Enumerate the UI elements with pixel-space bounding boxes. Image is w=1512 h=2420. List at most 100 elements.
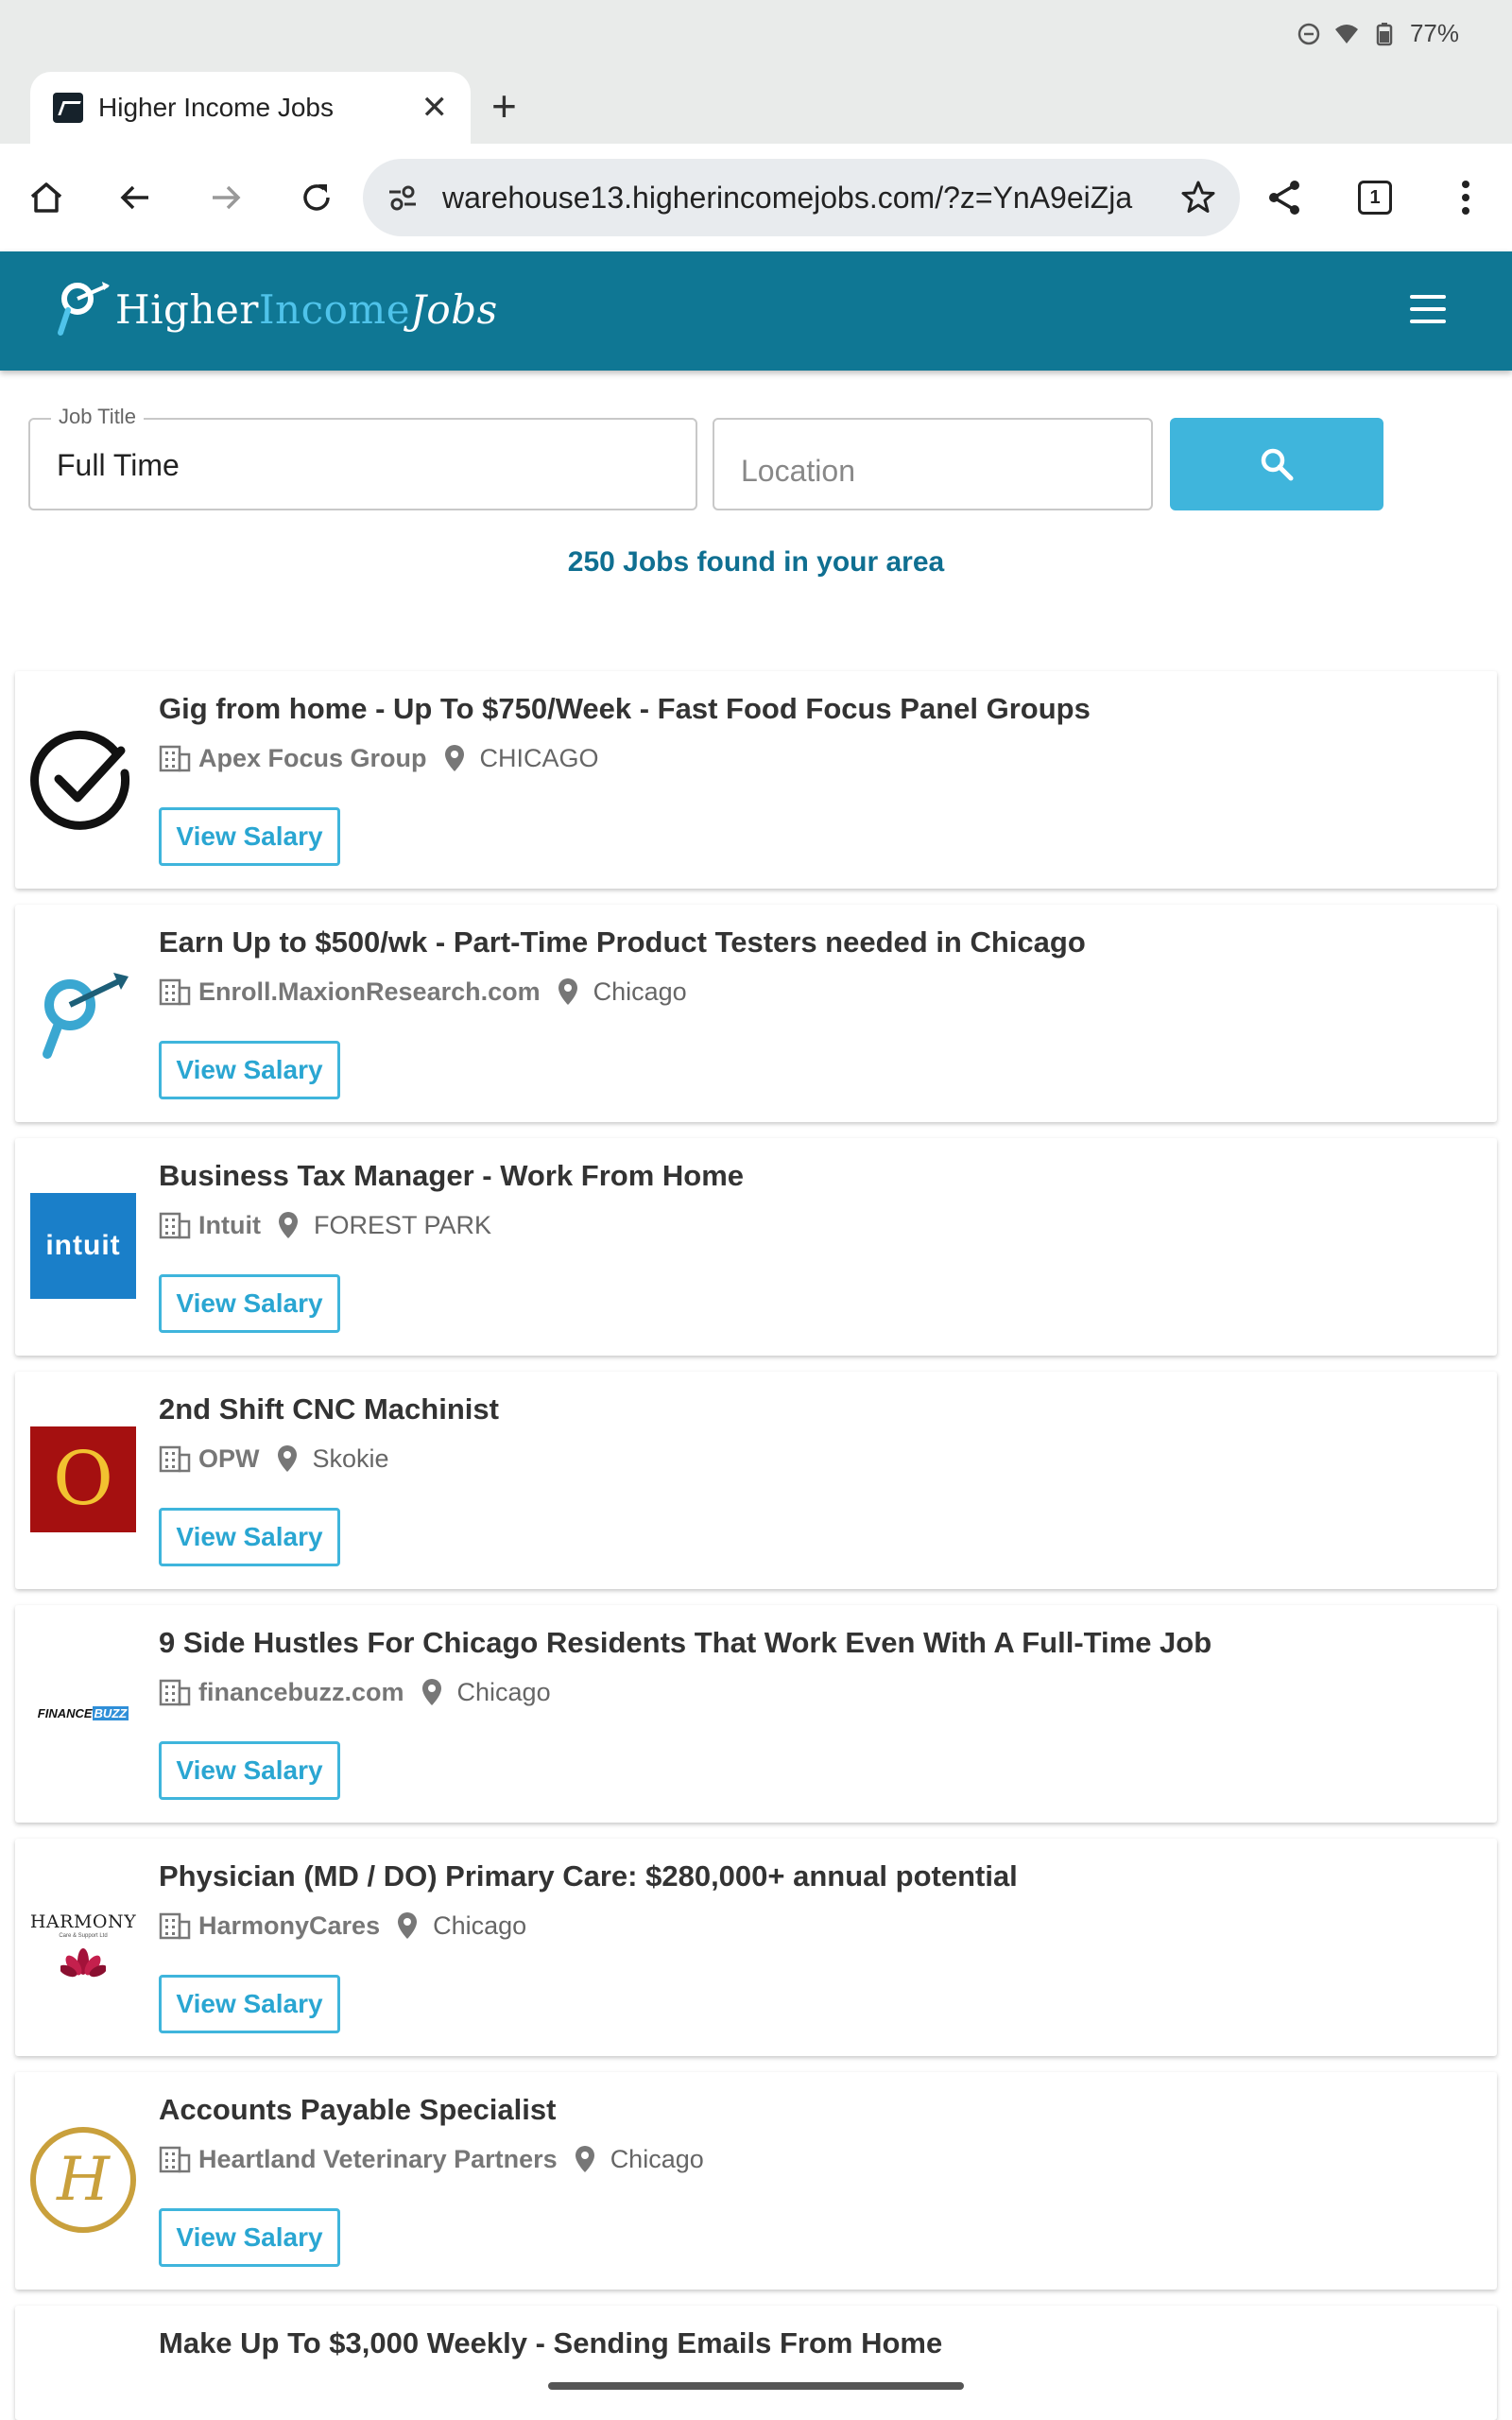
job-card[interactable]: O 2nd Shift CNC Machinist OPW Skokie Vie… [15,1372,1497,1589]
site-header: Higher Income Jobs [0,251,1512,371]
job-card[interactable]: FINANCE BUZZ 9 Side Hustles For Chicago R… [15,1605,1497,1823]
building-icon [159,2146,191,2173]
bookmark-star-icon[interactable] [1179,179,1217,216]
logo-word-jobs: Jobs [410,285,498,333]
site-settings-icon[interactable] [386,181,420,215]
view-salary-button[interactable]: View Salary [159,1274,340,1333]
view-salary-button[interactable]: View Salary [159,807,340,866]
hamburger-menu-icon[interactable] [1410,295,1446,323]
job-card[interactable]: intuit Business Tax Manager - Work From … [15,1138,1497,1356]
tab-count: 1 [1358,181,1392,215]
job-meta: OPW Skokie [159,1443,389,1474]
job-location: FOREST PARK [313,1210,492,1239]
financebuzz-logo-word-1: FINANCE [37,1705,93,1720]
building-icon [159,1679,191,1706]
tab-switcher-button[interactable]: 1 [1348,170,1402,225]
new-tab-icon[interactable]: + [491,79,517,132]
building-icon [159,745,191,772]
job-title[interactable]: Make Up To $3,000 Weekly - Sending Email… [159,2326,942,2360]
job-meta: Enroll.MaxionResearch.com Chicago [159,977,687,1007]
job-location: Skokie [312,1443,389,1473]
job-title[interactable]: Physician (MD / DO) Primary Care: $280,0… [159,1859,1018,1893]
company-logo: O [30,1426,136,1532]
close-tab-icon[interactable]: ✕ [421,89,449,127]
browser-toolbar: warehouse13.higherincomejobs.com/?z=YnA9… [0,144,1512,251]
building-icon [159,978,191,1006]
search-button[interactable] [1170,418,1383,510]
job-location: CHICAGO [479,743,599,772]
job-card[interactable]: Earn Up to $500/wk - Part-Time Product T… [15,905,1497,1122]
job-location: Chicago [610,2144,704,2173]
job-meta: Intuit FOREST PARK [159,1210,491,1240]
job-location: Chicago [593,977,687,1006]
job-card[interactable]: H Accounts Payable Specialist Heartland … [15,2072,1497,2290]
job-title-label: Job Title [51,405,144,429]
browser-tab-strip: 77% Higher Income Jobs ✕ + [0,0,1512,144]
job-meta: HarmonyCares Chicago [159,1910,526,1941]
address-bar[interactable]: warehouse13.higherincomejobs.com/?z=YnA9… [363,159,1240,236]
browser-tab[interactable]: Higher Income Jobs ✕ [30,72,471,144]
harmony-logo-text: HARMONY [29,1910,137,1932]
h-circle-logo: H [30,2127,136,2233]
job-meta: financebuzz.com Chicago [159,1677,551,1707]
job-title[interactable]: Gig from home - Up To $750/Week - Fast F… [159,692,1091,726]
job-card[interactable]: HARMONY Care & Support Ltd Physician (MD… [15,1839,1497,2056]
job-card[interactable]: Gig from home - Up To $750/Week - Fast F… [15,671,1497,889]
forward-icon[interactable] [198,170,253,225]
job-meta: Heartland Veterinary Partners Chicago [159,2144,704,2174]
job-title[interactable]: 9 Side Hustles For Chicago Residents Tha… [159,1626,1211,1660]
company-logo: FINANCE BUZZ [30,1660,136,1766]
h-logo-letter: H [57,2145,110,2215]
magnifier-arrow-icon [43,973,129,1059]
logo-magnifier-icon [58,282,110,336]
building-icon [159,1912,191,1940]
location-pin-icon [421,1679,441,1705]
building-icon [159,1212,191,1239]
view-salary-button[interactable]: View Salary [159,1041,340,1099]
back-icon[interactable] [108,170,163,225]
view-salary-button[interactable]: View Salary [159,2208,340,2267]
opw-logo-text: O [53,1437,113,1522]
job-title-field[interactable]: Job Title Full Time [28,405,697,510]
wifi-icon [1334,24,1358,43]
company-logo: HARMONY Care & Support Ltd [30,1893,136,1999]
company-name: Intuit [198,1210,261,1239]
url-text[interactable]: warehouse13.higherincomejobs.com/?z=YnA9… [442,181,1179,216]
job-title[interactable]: Earn Up to $500/wk - Part-Time Product T… [159,925,1086,959]
view-salary-button[interactable]: View Salary [159,1975,340,2033]
view-salary-button[interactable]: View Salary [159,1508,340,1566]
company-logo: intuit [30,1193,136,1299]
more-options-icon[interactable] [1438,170,1493,225]
site-logo[interactable]: Higher Income Jobs [57,278,498,340]
view-salary-button[interactable]: View Salary [159,1741,340,1800]
location-pin-icon [277,1445,297,1472]
location-pin-icon [558,978,577,1005]
job-title-input[interactable]: Full Time [57,448,180,483]
location-input[interactable]: Location [741,454,855,489]
results-count: 250 Jobs found in your area [567,546,945,578]
battery-charging-icon [1376,22,1393,45]
lotus-flower-icon [60,1947,106,1977]
job-title[interactable]: 2nd Shift CNC Machinist [159,1392,499,1426]
financebuzz-logo-word-2: BUZZ [92,1705,129,1720]
location-field[interactable]: Location [713,418,1153,510]
company-logo [30,959,136,1065]
location-pin-icon [278,1212,298,1238]
company-name: financebuzz.com [198,1677,404,1706]
company-logo [30,726,136,832]
site-favicon-icon [53,93,83,123]
location-pin-icon [398,1912,418,1939]
location-pin-icon [575,2146,594,2172]
company-logo: H [30,2127,136,2233]
company-name: Heartland Veterinary Partners [198,2144,558,2173]
job-title[interactable]: Business Tax Manager - Work From Home [159,1159,744,1193]
job-card[interactable]: Make Up To $3,000 Weekly - Sending Email… [15,2306,1497,2420]
home-icon[interactable] [19,170,74,225]
company-name: OPW [198,1443,260,1473]
share-icon[interactable] [1257,170,1312,225]
building-icon [159,1445,191,1473]
job-title[interactable]: Accounts Payable Specialist [159,2093,556,2127]
gesture-home-bar[interactable] [548,2382,964,2390]
reload-icon[interactable] [289,170,344,225]
search-icon [1261,448,1294,481]
